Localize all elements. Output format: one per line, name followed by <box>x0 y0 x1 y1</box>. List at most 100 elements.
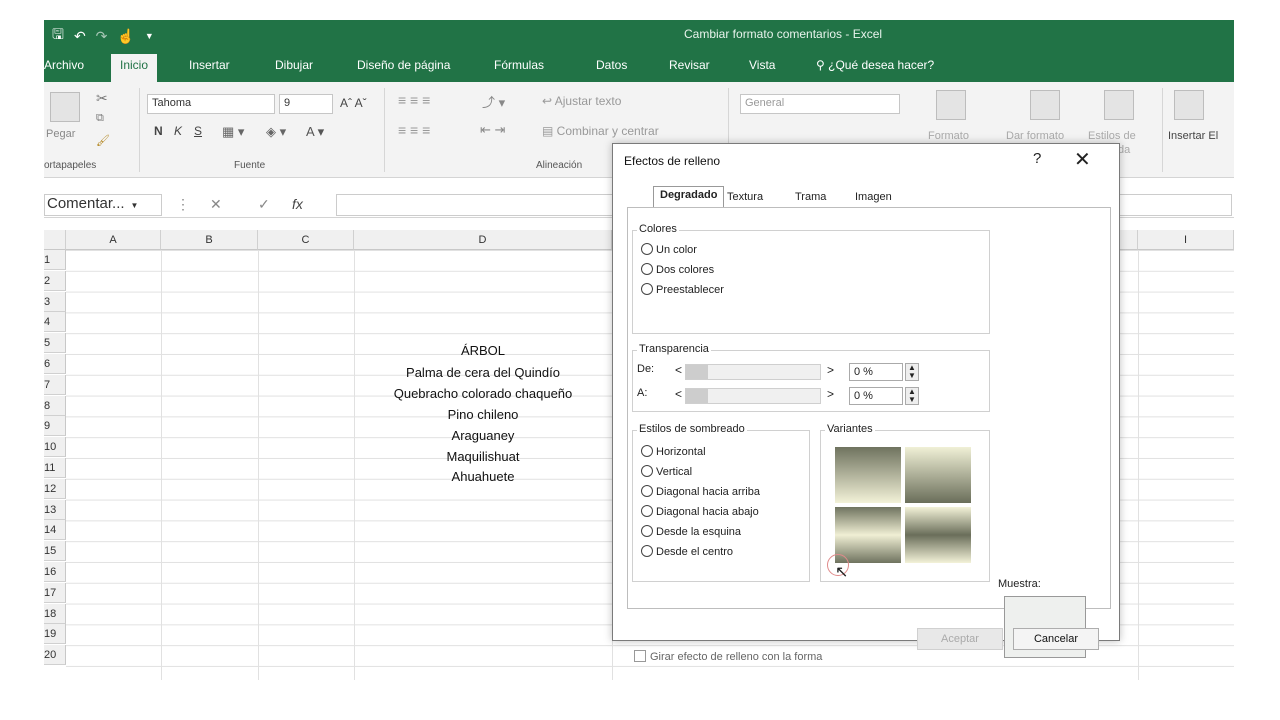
align-center-icon[interactable]: ≡ ≡ ≡ <box>398 122 430 138</box>
format-painter-icon[interactable]: 🖌 <box>96 134 110 147</box>
row-header[interactable]: 3 <box>44 292 66 312</box>
cancel-icon[interactable]: ✕ <box>210 196 222 213</box>
borders-icon[interactable]: ▦ ▾ <box>222 124 244 140</box>
enter-icon[interactable]: ✓ <box>258 196 270 213</box>
column-header-i[interactable]: I <box>1138 230 1234 250</box>
format-table-button[interactable]: Dar formato <box>1006 130 1064 142</box>
row-header[interactable]: 7 <box>44 375 66 395</box>
radio-un-color[interactable]: Un color <box>641 243 697 256</box>
cell-d7[interactable]: Quebracho colorado chaqueño <box>354 386 612 401</box>
radio-desde-centro[interactable]: Desde el centro <box>641 545 733 558</box>
row-header[interactable]: 14 <box>44 520 66 540</box>
row-header[interactable]: 1 <box>44 250 66 270</box>
tab-formulas[interactable]: Fórmulas <box>494 58 544 72</box>
row-header[interactable]: 16 <box>44 562 66 582</box>
font-name-select[interactable]: Tahoma <box>147 94 275 114</box>
row-header[interactable]: 2 <box>44 271 66 291</box>
italic-button[interactable]: K <box>174 124 182 138</box>
tab-revisar[interactable]: Revisar <box>669 58 710 72</box>
insert-cells-button[interactable]: Insertar El <box>1168 130 1218 142</box>
grow-font-icon[interactable]: Aˆ Aˇ <box>340 96 367 110</box>
customize-qat-icon[interactable]: ▼ <box>145 31 154 41</box>
radio-dos-colores[interactable]: Dos colores <box>641 263 714 276</box>
ok-button[interactable]: Aceptar <box>917 628 1003 650</box>
tab-inicio[interactable]: Inicio <box>111 54 158 82</box>
row-header[interactable]: 8 <box>44 396 66 416</box>
variant-4[interactable] <box>905 507 971 563</box>
radio-diagonal-arriba[interactable]: Diagonal hacia arriba <box>641 485 760 498</box>
radio-vertical[interactable]: Vertical <box>641 465 692 478</box>
cell-d8[interactable]: Pino chileno <box>354 407 612 422</box>
row-header[interactable]: 10 <box>44 437 66 457</box>
chevron-right-icon[interactable]: > <box>827 387 834 401</box>
radio-preestablecer[interactable]: Preestablecer <box>641 283 724 296</box>
row-header[interactable]: 4 <box>44 312 66 332</box>
touch-mode-icon[interactable]: ☝ <box>117 28 134 45</box>
row-header[interactable]: 19 <box>44 624 66 644</box>
close-icon[interactable]: ✕ <box>1074 147 1091 172</box>
tab-diseno-pagina[interactable]: Diseño de página <box>357 58 450 72</box>
format-table-icon[interactable] <box>1030 90 1060 120</box>
from-slider[interactable] <box>685 364 821 380</box>
help-button[interactable]: ? <box>1033 150 1041 167</box>
underline-button[interactable]: S <box>194 124 202 138</box>
column-header-d[interactable]: D <box>354 230 612 250</box>
variant-1[interactable] <box>835 447 901 503</box>
tab-degradado[interactable]: Degradado <box>653 186 725 208</box>
row-header[interactable]: 18 <box>44 604 66 624</box>
font-color-icon[interactable]: A ▾ <box>306 124 324 140</box>
tab-vista[interactable]: Vista <box>749 58 775 72</box>
indent-icon[interactable]: ⇤ ⇥ <box>480 122 505 138</box>
merge-center-button[interactable]: ▤ Combinar y centrar <box>542 124 659 138</box>
paste-button[interactable]: Pegar <box>46 128 75 140</box>
radio-horizontal[interactable]: Horizontal <box>641 445 706 458</box>
bold-button[interactable]: N <box>154 124 163 138</box>
row-header[interactable]: 11 <box>44 458 66 478</box>
to-spinner[interactable]: ▲ ▼ <box>905 387 919 405</box>
rotate-with-shape-checkbox[interactable]: Girar efecto de relleno con la forma <box>634 650 822 663</box>
cancel-button[interactable]: Cancelar <box>1013 628 1099 650</box>
insert-cells-icon[interactable] <box>1174 90 1204 120</box>
row-header[interactable]: 20 <box>44 645 66 665</box>
save-icon[interactable]: 🖫 <box>52 24 64 48</box>
chevron-right-icon[interactable]: > <box>827 363 834 377</box>
name-box[interactable]: Comentar... ▼ <box>44 194 162 216</box>
row-header[interactable]: 12 <box>44 479 66 499</box>
cell-d11[interactable]: Ahuahuete <box>354 469 612 484</box>
tab-insertar[interactable]: Insertar <box>189 58 230 72</box>
insert-function-button[interactable]: fx <box>292 196 303 212</box>
chevron-left-icon[interactable]: < <box>675 387 682 401</box>
paste-icon[interactable] <box>50 92 80 122</box>
tab-textura[interactable]: Textura <box>721 189 769 205</box>
number-format-select[interactable]: General <box>740 94 900 114</box>
radio-diagonal-abajo[interactable]: Diagonal hacia abajo <box>641 505 759 518</box>
variant-3[interactable] <box>835 507 901 563</box>
cut-icon[interactable]: ✂ <box>96 90 108 107</box>
cell-d5[interactable]: ÁRBOL <box>354 343 612 358</box>
column-header-c[interactable]: C <box>258 230 354 250</box>
select-all-corner[interactable] <box>44 230 66 250</box>
conditional-format-button[interactable]: Formato <box>928 130 969 142</box>
row-header[interactable]: 5 <box>44 333 66 353</box>
redo-icon[interactable]: ↷ <box>96 28 108 45</box>
variant-2[interactable] <box>905 447 971 503</box>
chevron-left-icon[interactable]: < <box>675 363 682 377</box>
row-header[interactable]: 9 <box>44 416 66 436</box>
to-value-input[interactable]: 0 % <box>849 387 903 405</box>
cell-styles-icon[interactable] <box>1104 90 1134 120</box>
undo-icon[interactable]: ↶ <box>74 28 86 45</box>
chevron-down-icon[interactable]: ▼ <box>131 201 139 210</box>
tab-trama[interactable]: Trama <box>789 189 832 205</box>
cell-d10[interactable]: Maquilishuat <box>354 449 612 464</box>
row-header[interactable]: 6 <box>44 354 66 374</box>
from-spinner[interactable]: ▲ ▼ <box>905 363 919 381</box>
radio-desde-esquina[interactable]: Desde la esquina <box>641 525 741 538</box>
cell-d6[interactable]: Palma de cera del Quindío <box>354 365 612 380</box>
tell-me-box[interactable]: ⚲ ¿Qué desea hacer? <box>816 58 934 72</box>
cell-styles-button[interactable]: Estilos de <box>1088 130 1136 142</box>
cell-d9[interactable]: Araguaney <box>354 428 612 443</box>
tab-dibujar[interactable]: Dibujar <box>275 58 313 72</box>
tab-archivo[interactable]: Archivo <box>44 58 84 72</box>
conditional-format-icon[interactable] <box>936 90 966 120</box>
column-header-b[interactable]: B <box>161 230 258 250</box>
